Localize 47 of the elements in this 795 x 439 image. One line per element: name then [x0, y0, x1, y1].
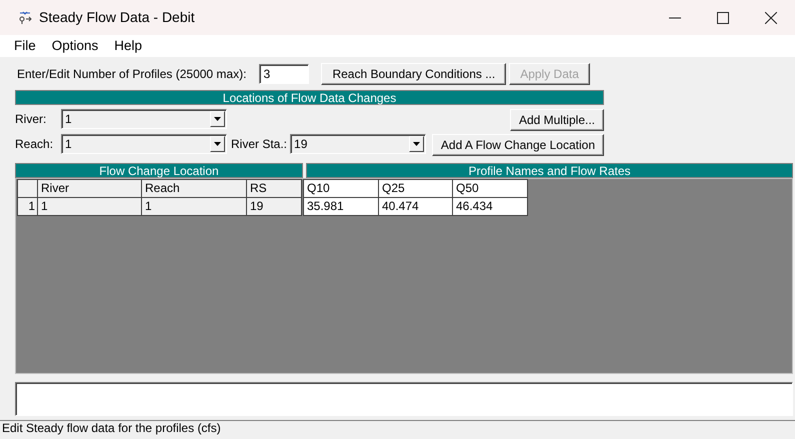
profiles-label: Enter/Edit Number of Profiles (25000 max): [17, 66, 246, 83]
caret-icon [413, 142, 420, 146]
menu-item[interactable]: Help [114, 36, 142, 56]
dropdown[interactable]: 1 [61, 134, 227, 154]
maximize-icon [717, 12, 729, 24]
description-field[interactable] [15, 382, 793, 416]
caret-icon [214, 142, 221, 146]
minimize-icon [669, 16, 681, 18]
column-header: RS [246, 179, 302, 198]
window-title: Steady Flow Data - Debit [39, 8, 195, 27]
dropdown-value: 1 [65, 111, 72, 128]
profiles-input[interactable]: 3 [259, 64, 310, 84]
menu-item[interactable]: File [14, 36, 36, 56]
column-header: Q10 [303, 179, 379, 198]
dropdown-button[interactable] [210, 111, 225, 127]
table-cell[interactable]: 19 [246, 197, 302, 216]
group-header: Profile Names and Flow Rates [306, 163, 793, 178]
toolbar-button[interactable]: Reach Boundary Conditions ... [321, 63, 506, 85]
dropdown[interactable]: 19 [290, 134, 426, 154]
table-cell[interactable]: 35.981 [303, 197, 379, 216]
column-header: River [37, 179, 142, 198]
river-sta-label: River Sta.: [231, 136, 288, 153]
dropdown[interactable]: 1 [61, 109, 227, 129]
reach-label: Reach: [15, 136, 54, 153]
table-cell[interactable]: 1 [37, 197, 142, 216]
section-header: Locations of Flow Data Changes [15, 90, 604, 105]
status-bar: Edit Steady flow data for the profiles (cfs) [0, 420, 795, 434]
menu-item[interactable]: Options [52, 36, 98, 56]
action-button[interactable]: Add Multiple... [510, 109, 604, 131]
table-cell[interactable]: 1 [141, 197, 247, 216]
group-header: Flow Change Location [15, 163, 303, 178]
column-header: Q50 [452, 179, 528, 198]
row-number: 1 [17, 197, 38, 216]
app-icon [17, 10, 33, 24]
dropdown-value: 19 [294, 136, 308, 153]
river-label: River: [15, 111, 48, 128]
table-cell[interactable]: 40.474 [378, 197, 453, 216]
column-header: Reach [141, 179, 247, 198]
dropdown-button[interactable] [210, 136, 225, 152]
column-header: Q25 [378, 179, 453, 198]
dropdown-button[interactable] [409, 136, 424, 152]
caret-icon [214, 117, 221, 121]
corner-cell [17, 179, 38, 198]
dropdown-value: 1 [65, 136, 72, 153]
close-icon [765, 12, 777, 24]
table-cell[interactable]: 46.434 [452, 197, 528, 216]
action-button[interactable]: Add A Flow Change Location [432, 134, 604, 156]
